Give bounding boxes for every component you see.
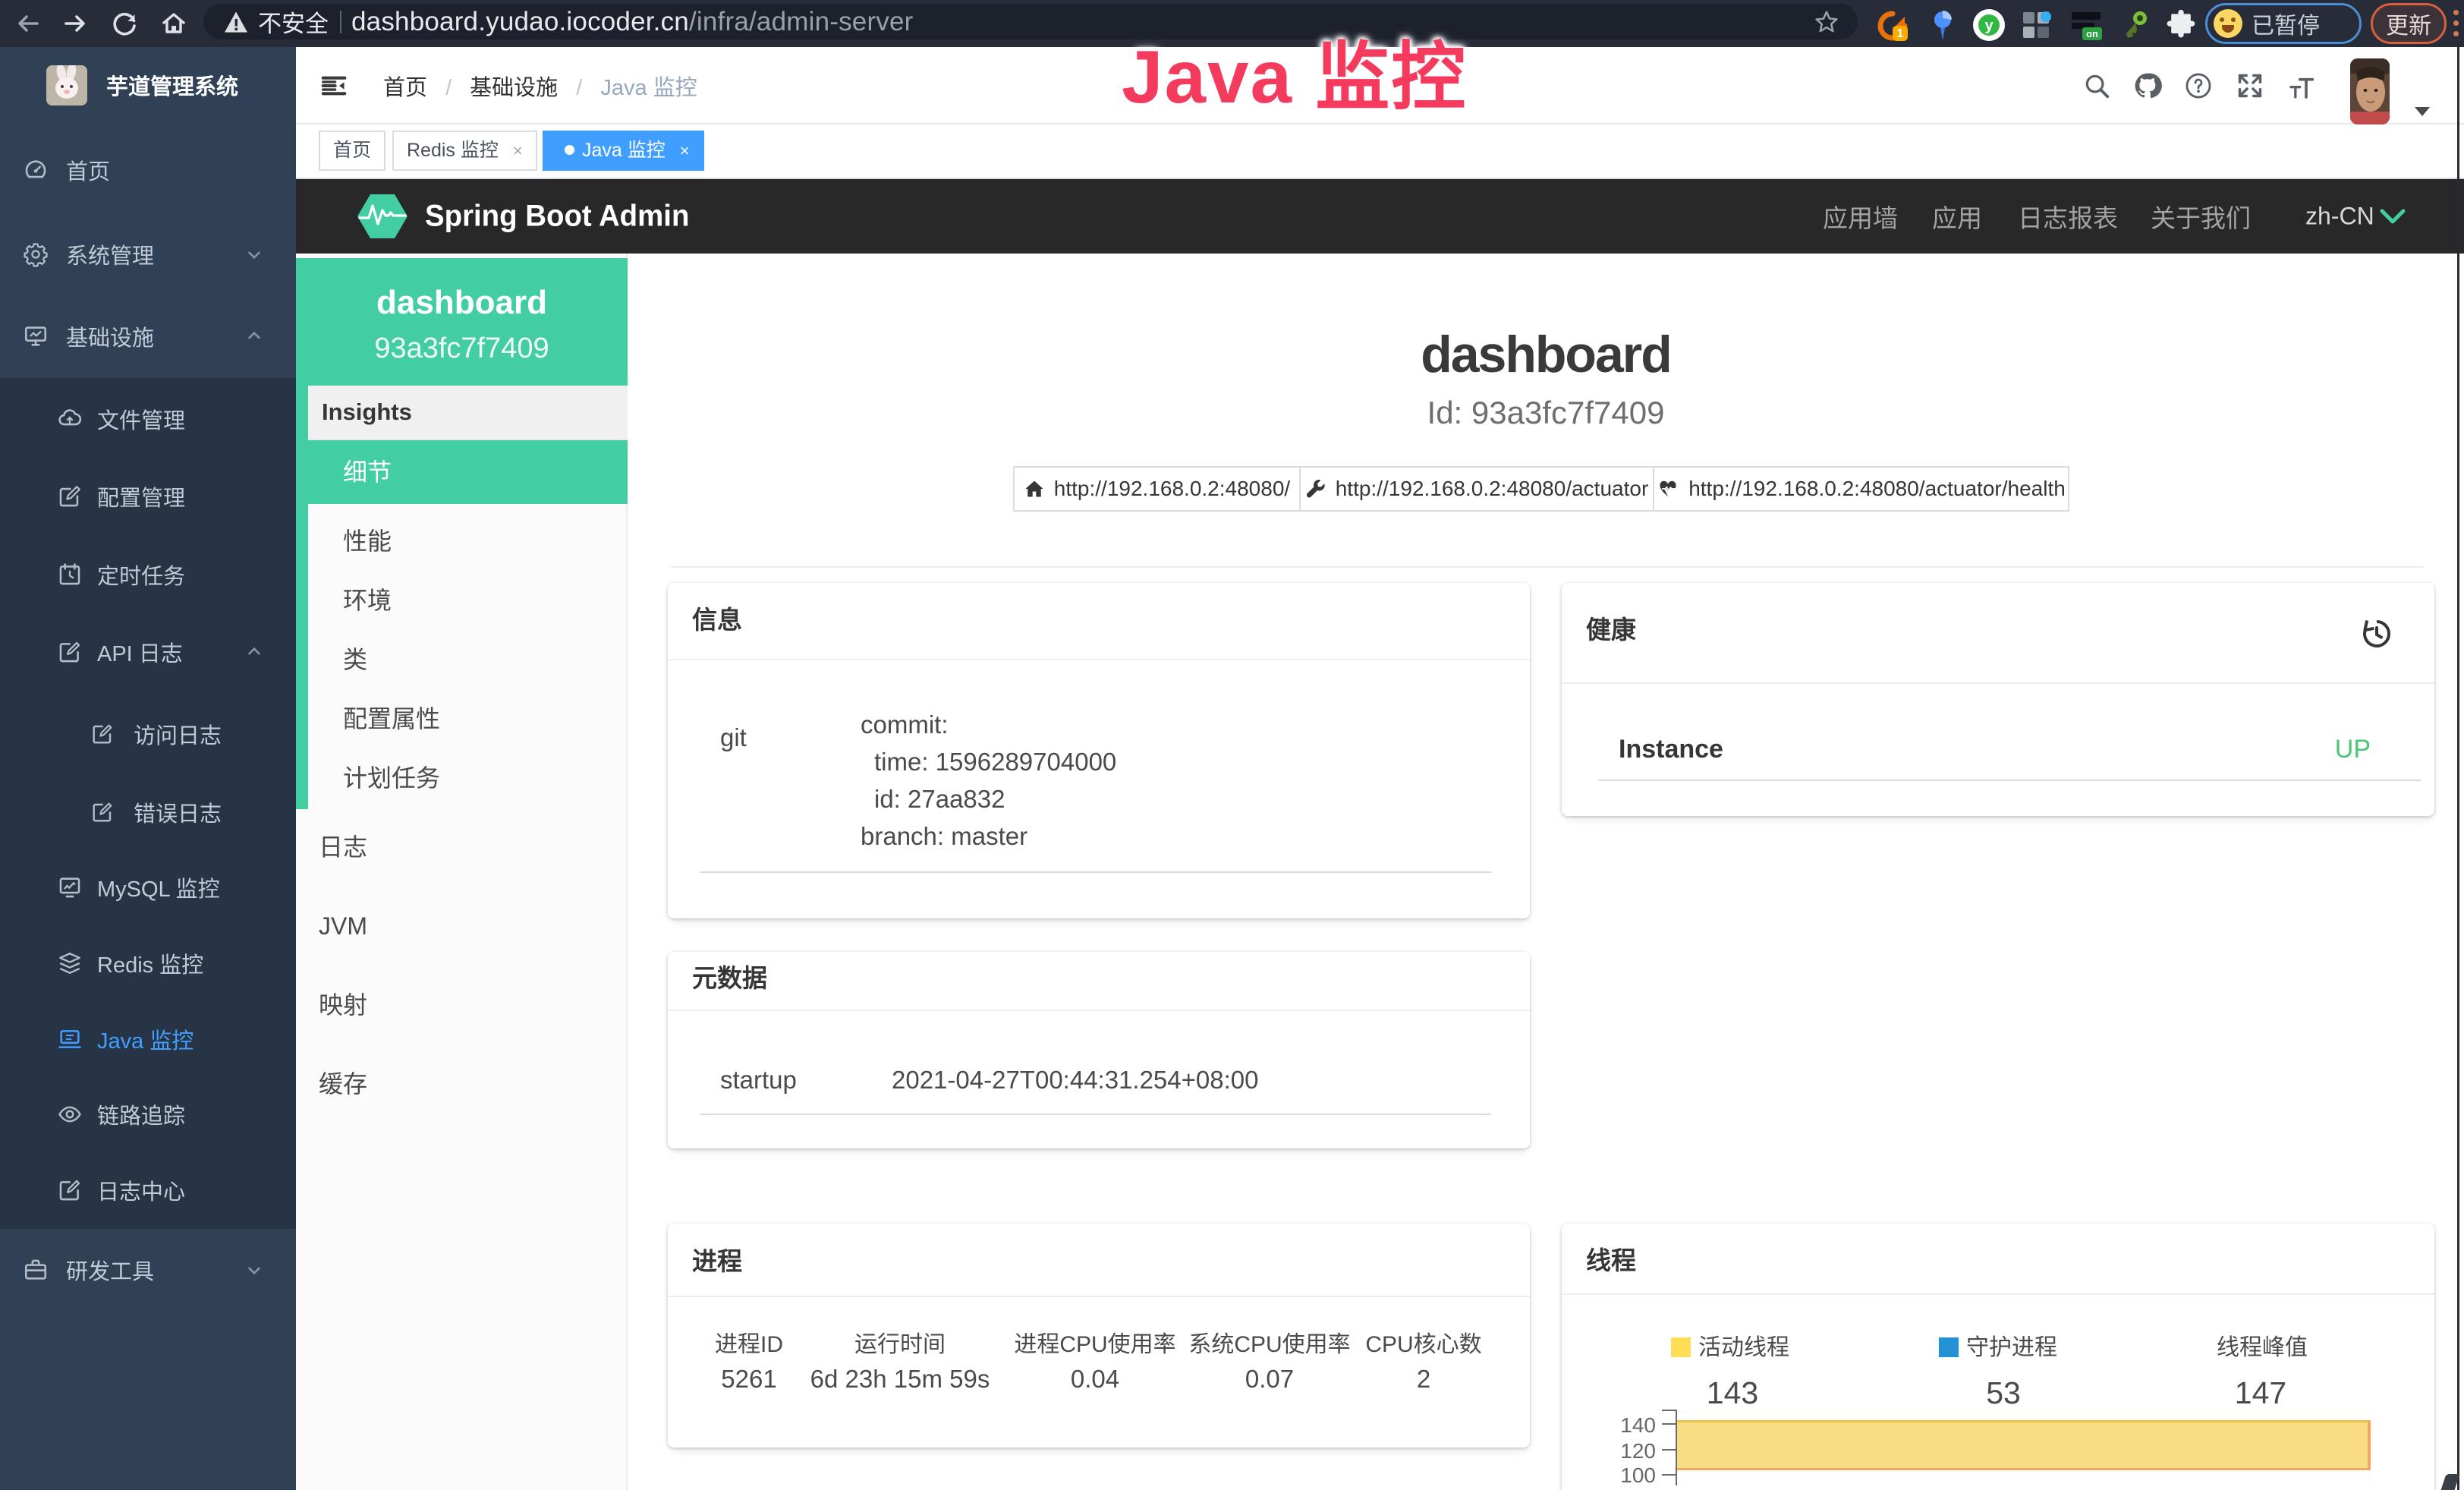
svg-text:1: 1 xyxy=(1897,27,1904,40)
svg-text:y: y xyxy=(1984,17,1994,34)
svg-text:on: on xyxy=(2086,28,2098,39)
